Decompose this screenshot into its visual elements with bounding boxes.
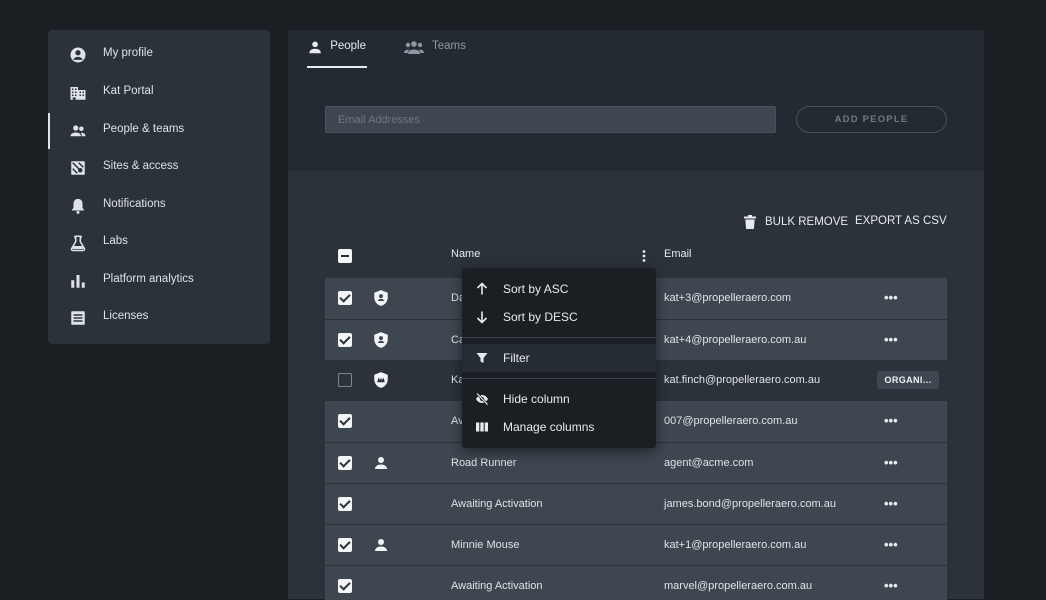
row-checkbox[interactable] [338, 291, 352, 305]
column-header-name[interactable]: Name [451, 248, 480, 260]
sidebar-item-label: Licenses [103, 310, 149, 322]
menu-item-label: Filter [503, 351, 530, 365]
more-options-icon[interactable]: ••• [884, 455, 898, 470]
people-icon [70, 125, 86, 137]
row-name: Road Runner [451, 457, 517, 469]
bulk-remove-button[interactable]: BULK REMOVE [744, 215, 848, 229]
row-email: kat+4@propelleraero.com.au [664, 334, 807, 346]
row-name: Awaiting Activation [451, 580, 543, 592]
column-menu-icon[interactable] [642, 249, 646, 263]
row-email: kat+1@propelleraero.com.au [664, 539, 807, 551]
arrow-up-icon [476, 282, 488, 295]
sidebar-item-label: Labs [103, 235, 128, 247]
tab-label: People [330, 40, 366, 52]
menu-item-sort-asc[interactable]: Sort by ASC [462, 275, 656, 303]
sidebar-item-label: Notifications [103, 198, 166, 210]
more-options-icon[interactable]: ••• [884, 332, 898, 347]
row-checkbox[interactable] [338, 497, 352, 511]
more-options-icon[interactable]: ••• [884, 413, 898, 428]
row-checkbox[interactable] [338, 333, 352, 347]
menu-item-label: Sort by DESC [503, 310, 578, 324]
bar-chart-icon [71, 275, 85, 288]
eye-off-icon [476, 392, 489, 406]
tab-teams[interactable]: Teams [404, 40, 466, 68]
add-people-button[interactable]: ADD PEOPLE [796, 106, 947, 133]
menu-item-label: Manage columns [503, 420, 595, 434]
menu-item-manage-columns[interactable]: Manage columns [462, 413, 656, 441]
more-options-icon[interactable]: ••• [884, 290, 898, 305]
row-name: Minnie Mouse [451, 539, 520, 551]
row-email: agent@acme.com [664, 457, 754, 469]
more-options-icon[interactable]: ••• [884, 578, 898, 593]
sidebar-item-label: Platform analytics [103, 273, 194, 285]
sidebar-item-notifications[interactable]: Notifications [48, 188, 270, 224]
row-email: kat+3@propelleraero.com [664, 292, 792, 304]
admin-shield-icon [374, 332, 388, 348]
menu-item-hide-column[interactable]: Hide column [462, 385, 656, 413]
row-name: Awaiting Activation [451, 498, 543, 510]
table-row[interactable]: Minnie Mouse kat+1@propelleraero.com.au … [325, 524, 947, 566]
invite-area: ADD PEOPLE [288, 70, 984, 171]
filter-icon [476, 353, 488, 363]
sidebar-item-label: Kat Portal [103, 85, 154, 97]
bell-icon [72, 198, 84, 214]
sidebar-item-kat-portal[interactable]: Kat Portal [48, 75, 270, 111]
arrow-down-icon [476, 311, 488, 324]
sidebar-item-licenses[interactable]: Licenses [48, 300, 270, 336]
menu-item-label: Hide column [503, 392, 570, 406]
tab-people[interactable]: People [307, 40, 367, 68]
group-icon [404, 41, 424, 54]
admin-shield-icon [374, 290, 388, 306]
account-circle-icon [70, 47, 86, 63]
row-email: james.bond@propelleraero.com.au [664, 498, 836, 510]
menu-item-label: Sort by ASC [503, 282, 569, 296]
more-options-icon[interactable]: ••• [884, 537, 898, 552]
menu-divider [462, 378, 656, 379]
tab-bar: People Teams [288, 30, 984, 70]
email-addresses-input[interactable] [325, 106, 776, 133]
sidebar-item-people-teams[interactable]: People & teams [48, 113, 270, 149]
sidebar-item-label: Sites & access [103, 160, 179, 172]
bulk-remove-label: BULK REMOVE [765, 216, 849, 228]
columns-icon [476, 422, 488, 432]
row-checkbox[interactable] [338, 456, 352, 470]
menu-item-sort-desc[interactable]: Sort by DESC [462, 303, 656, 331]
row-email: kat.finch@propelleraero.com.au [664, 374, 821, 386]
row-checkbox[interactable] [338, 414, 352, 428]
sidebar-item-label: People & teams [103, 123, 185, 135]
sidebar-item-labs[interactable]: Labs [48, 225, 270, 261]
org-shield-icon [374, 372, 388, 388]
sidebar-item-label: My profile [103, 47, 153, 59]
organization-badge[interactable]: ORGANI... [877, 371, 939, 389]
row-email: 007@propelleraero.com.au [664, 415, 798, 427]
sidebar-item-platform-analytics[interactable]: Platform analytics [48, 263, 270, 299]
menu-item-filter[interactable]: Filter [462, 344, 656, 372]
row-checkbox[interactable] [338, 538, 352, 552]
menu-divider [462, 337, 656, 338]
person-icon [375, 457, 387, 469]
person-icon [375, 539, 387, 551]
flask-icon [70, 235, 86, 252]
table-row[interactable]: Awaiting Activation marvel@propelleraero… [325, 565, 947, 600]
column-context-menu: Sort by ASC Sort by DESC Filter Hide col… [462, 268, 656, 448]
building-icon [70, 87, 86, 100]
row-checkbox[interactable] [338, 373, 352, 387]
person-icon [309, 41, 321, 54]
row-email: marvel@propelleraero.com.au [664, 580, 813, 592]
license-icon [71, 311, 85, 325]
tab-label: Teams [432, 40, 466, 52]
table-row[interactable]: Road Runner agent@acme.com ••• [325, 442, 947, 484]
more-options-icon[interactable]: ••• [884, 496, 898, 511]
table-row[interactable]: Awaiting Activation james.bond@propeller… [325, 483, 947, 525]
sidebar-item-my-profile[interactable]: My profile [48, 37, 270, 73]
sidebar: My profile Kat Portal People & teams Sit… [48, 30, 270, 344]
row-checkbox[interactable] [338, 579, 352, 593]
export-csv-button[interactable]: EXPORT AS CSV [855, 215, 947, 227]
column-header-email[interactable]: Email [664, 248, 692, 260]
sidebar-item-sites-access[interactable]: Sites & access [48, 150, 270, 186]
map-icon [71, 161, 85, 175]
trash-icon [744, 215, 756, 229]
select-all-checkbox[interactable] [338, 249, 352, 263]
